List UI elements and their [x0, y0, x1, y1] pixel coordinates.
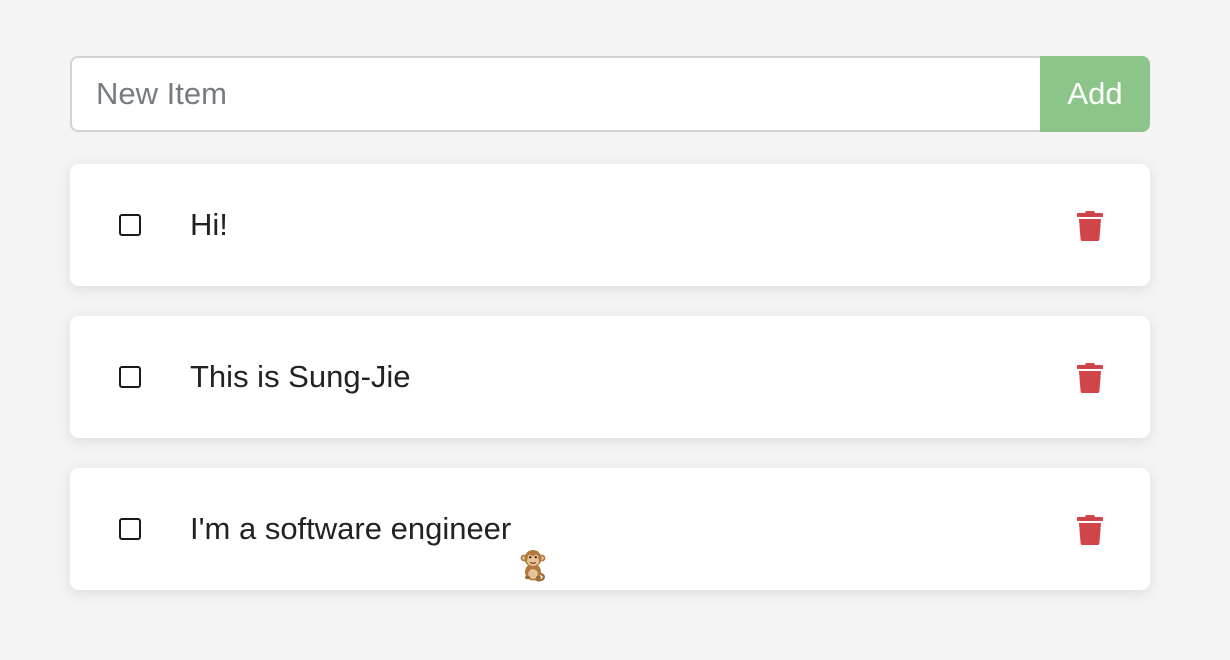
todo-item: This is Sung-Jie	[70, 316, 1150, 438]
monkey-icon	[519, 511, 551, 582]
todo-list: Hi! This is Sung-Jie I'm a software engi…	[70, 164, 1150, 590]
todo-item-text: Hi!	[190, 164, 228, 286]
checkbox-icon[interactable]	[119, 214, 141, 236]
add-item-form: Add	[70, 56, 1150, 132]
trash-icon[interactable]	[1076, 514, 1104, 546]
todo-item-label: This is Sung-Jie	[190, 359, 411, 394]
todo-app: Add Hi! This is Sung-Jie	[70, 56, 1150, 620]
todo-item-text: I'm a software engineer	[190, 468, 551, 590]
todo-item: Hi!	[70, 164, 1150, 286]
trash-icon[interactable]	[1076, 210, 1104, 242]
add-button[interactable]: Add	[1040, 56, 1150, 132]
todo-item: I'm a software engineer	[70, 468, 1150, 590]
trash-icon[interactable]	[1076, 362, 1104, 394]
new-item-input[interactable]	[70, 56, 1040, 132]
checkbox-icon[interactable]	[119, 518, 141, 540]
checkbox-icon[interactable]	[119, 366, 141, 388]
todo-item-text: This is Sung-Jie	[190, 316, 411, 438]
todo-item-label: Hi!	[190, 207, 228, 242]
todo-item-label: I'm a software engineer	[190, 511, 512, 546]
